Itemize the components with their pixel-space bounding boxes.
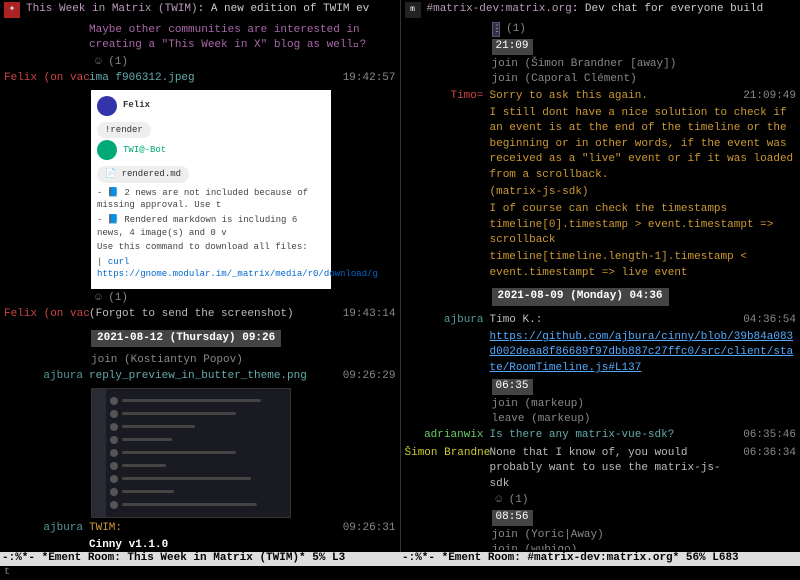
room-name: #matrix-dev:matrix.org: [427, 2, 572, 17]
message-sender: Šimon Brandner: [405, 446, 490, 492]
right-header: m #matrix-dev:matrix.org : Dev chat for …: [401, 0, 800, 20]
status-bar: -:%*- *Ement Room: This Week in Matrix (…: [0, 552, 800, 566]
message-body: Cinny v1.1.0: [89, 538, 396, 550]
message-sender: ajbura: [4, 369, 89, 384]
room-avatar-icon: ✦: [4, 2, 20, 18]
message-row: I still dont have a nice solution to che…: [401, 105, 800, 184]
message-timestamp: 04:36:54: [739, 313, 796, 328]
message-row: adrianwix Is there any matrix-vue-sdk? 0…: [401, 427, 800, 444]
message-body: ima f906312.jpeg: [89, 71, 339, 86]
time-separator: 08:56: [492, 510, 533, 525]
room-name: This Week in Matrix (TWIM): [26, 2, 198, 17]
message-body: TWIM:: [89, 521, 339, 536]
image-attachment[interactable]: [91, 388, 291, 518]
membership-event: join (Yoric|Away): [492, 528, 800, 543]
link[interactable]: https://github.com/ajbura/cinny/blob/39b…: [490, 331, 794, 374]
message-row: ajbura Timo K.: 04:36:54: [401, 312, 800, 329]
time-separator: 21:09: [492, 39, 533, 54]
message-sender: [405, 250, 490, 281]
message-row: Timo= Sorry to ask this again. 21:09:49: [401, 88, 800, 105]
message-timestamp: 06:36:34: [739, 446, 796, 492]
message-body: (matrix-js-sdk): [490, 185, 797, 200]
message-sender: [4, 538, 89, 550]
message-body: timeline[timeline.length-1].timestamp < …: [490, 250, 797, 281]
message-row: I of course can check the timestamps tim…: [401, 201, 800, 249]
message-body: I still dont have a nice solution to che…: [490, 106, 797, 183]
right-pane: m #matrix-dev:matrix.org : Dev chat for …: [401, 0, 800, 552]
room-avatar-icon: m: [405, 2, 421, 18]
message-timestamp: 09:26:29: [339, 369, 396, 384]
message-body: Sorry to ask this again.: [490, 89, 740, 104]
message-sender: Timo=: [405, 89, 490, 104]
message-sender: [405, 202, 490, 248]
message-sender: [405, 106, 490, 183]
message-body: Timo K.:: [490, 313, 740, 328]
message-timestamp: 21:09:49: [739, 89, 796, 104]
status-left: -:%*- *Ement Room: This Week in Matrix (…: [0, 552, 400, 566]
message-row: Šimon Brandner None that I know of, you …: [401, 445, 800, 493]
message-row: timeline[timeline.length-1].timestamp < …: [401, 249, 800, 282]
message-row: Felix (on vaca (Forgot to send the scree…: [0, 306, 400, 323]
message-body: Maybe other communities are interested i…: [89, 23, 396, 54]
right-message-list[interactable]: ⋮ (1)21:09join (Šimon Brandner [away])jo…: [401, 20, 800, 550]
room-topic: : A new edition of TWIM ev: [198, 2, 370, 17]
message-row: ajbura reply_preview_in_butter_theme.png…: [0, 368, 400, 385]
message-body: None that I know of, you would probably …: [490, 446, 740, 492]
message-timestamp: 09:26:31: [339, 521, 396, 536]
message-row: (matrix-js-sdk): [401, 184, 800, 201]
status-right: -:%*- *Ement Room: #matrix-dev:matrix.or…: [400, 552, 800, 566]
continuation-icon: ⋮: [492, 22, 500, 37]
membership-event: leave (markeup): [492, 412, 800, 427]
reaction[interactable]: ☺ (1): [492, 493, 800, 508]
message-body: (Forgot to send the screenshot): [89, 307, 339, 322]
message-timestamp: 06:35:46: [739, 428, 796, 443]
message-body: Is there any matrix-vue-sdk?: [490, 428, 740, 443]
date-separator: 2021-08-12 (Thursday) 09:26: [91, 330, 281, 347]
membership-event: join (wubigo): [492, 543, 800, 550]
message-sender: Felix (on vaca: [4, 307, 89, 322]
message-row: Felix (on vaca ima f906312.jpeg 19:42:57: [0, 70, 400, 87]
membership-event: join (Kostiantyn Popov): [91, 353, 400, 368]
message-sender: [4, 23, 89, 54]
message-body: reply_preview_in_butter_theme.png: [89, 369, 339, 384]
message-sender: ajbura: [405, 313, 490, 328]
message-timestamp: 19:42:57: [339, 71, 396, 86]
message-row: ajbura TWIM: 09:26:31: [0, 520, 400, 537]
message-sender: adrianwix: [405, 428, 490, 443]
time-separator: 06:35: [492, 379, 533, 394]
message-row: Cinny v1.1.0: [0, 537, 400, 550]
message-timestamp: 19:43:14: [339, 307, 396, 322]
reaction[interactable]: ☺ (1): [91, 55, 400, 70]
message-body: I of course can check the timestamps tim…: [490, 202, 797, 248]
message-sender: [405, 185, 490, 200]
message-row: Maybe other communities are interested i…: [0, 22, 400, 55]
image-attachment[interactable]: Felix !render TWI@-Bot 📄 rendered.md - 📘…: [91, 90, 331, 289]
left-pane: ✦ This Week in Matrix (TWIM) : A new edi…: [0, 0, 401, 552]
left-header: ✦ This Week in Matrix (TWIM) : A new edi…: [0, 0, 400, 20]
membership-event: join (markeup): [492, 397, 800, 412]
reaction[interactable]: ☺ (1): [91, 291, 400, 306]
message-sender: Felix (on vaca: [4, 71, 89, 86]
room-topic: : Dev chat for everyone build: [572, 2, 763, 17]
left-message-list[interactable]: Maybe other communities are interested i…: [0, 20, 400, 550]
message-row: https://github.com/ajbura/cinny/blob/39b…: [401, 329, 800, 377]
date-separator: 2021-08-09 (Monday) 04:36: [492, 288, 669, 305]
message-sender: ajbura: [4, 521, 89, 536]
membership-event: join (Caporal Clément): [492, 72, 800, 87]
minibuffer[interactable]: t: [0, 566, 800, 579]
membership-event: join (Šimon Brandner [away]): [492, 57, 800, 72]
